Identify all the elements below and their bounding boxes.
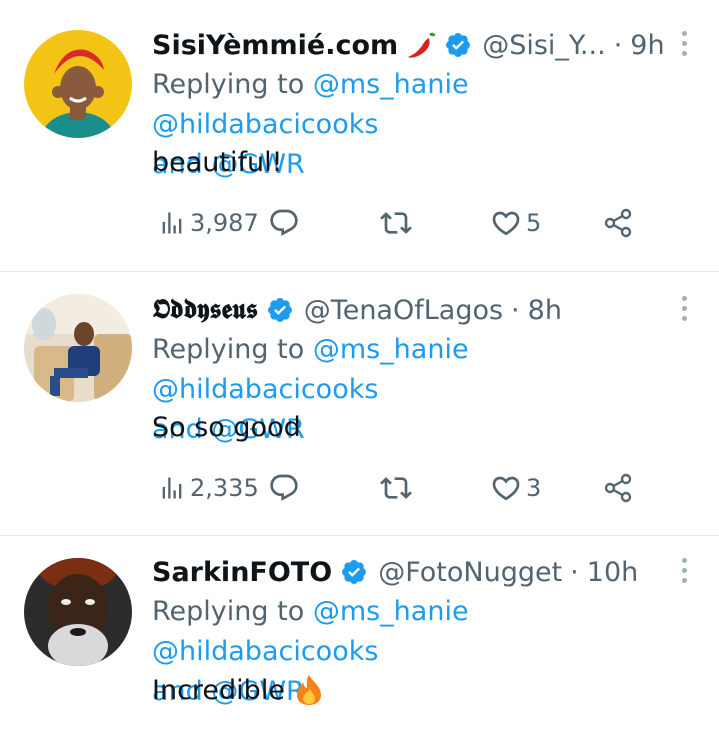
verified-badge-icon (266, 296, 294, 324)
mention-link[interactable]: @ms_hanie (313, 69, 469, 100)
chili-pepper-icon (406, 30, 436, 60)
tweet-header: SisiYèmmié.com @Sisi_Y... · 9h (152, 25, 669, 65)
share-button[interactable] (602, 203, 634, 243)
verified-badge-icon (340, 558, 368, 586)
handle[interactable]: @TenaOfLagos (304, 295, 503, 326)
tweet-1[interactable]: SisiYèmmié.com @Sisi_Y... · 9h Replying … (0, 25, 719, 255)
replying-to-label: Replying to (152, 69, 305, 100)
fire-icon (295, 674, 323, 706)
more-options-icon[interactable] (679, 31, 689, 56)
tweet-text: Incredible (152, 674, 323, 706)
mention-link[interactable]: @ms_hanie (313, 596, 469, 627)
views-button[interactable]: 2,335 (158, 468, 259, 508)
mention-link[interactable]: @ms_hanie (313, 334, 469, 365)
display-name[interactable]: SisiYèmmié.com (152, 30, 398, 61)
mention-link[interactable]: @hildabacicooks (152, 636, 378, 667)
replying-to-label: Replying to (152, 596, 305, 627)
avatar[interactable] (24, 294, 132, 402)
action-bar: 2,335 3 (152, 468, 652, 508)
mention-link[interactable]: @hildabacicooks (152, 374, 378, 405)
retweet-button[interactable] (380, 203, 412, 243)
replying-to-label: Replying to (152, 334, 305, 365)
handle[interactable]: @Sisi_Y... (482, 30, 605, 61)
reply-button[interactable] (268, 468, 300, 508)
action-bar: 3,987 5 (152, 203, 652, 243)
timestamp[interactable]: 10h (587, 557, 638, 588)
display-name[interactable]: 𝕺𝖉𝖉𝖞𝖘𝖊𝖚𝖘 (152, 294, 258, 326)
verified-badge-icon (444, 31, 472, 59)
views-count: 2,335 (190, 474, 259, 502)
avatar[interactable] (24, 30, 132, 138)
more-options-icon[interactable] (679, 296, 689, 321)
separator-dot: · (570, 556, 579, 588)
share-button[interactable] (602, 468, 634, 508)
mention-link[interactable]: @hildabacicooks (152, 109, 378, 140)
likes-count: 5 (526, 209, 542, 237)
reply-button[interactable] (268, 203, 300, 243)
likes-count: 3 (526, 474, 542, 502)
tweet-text: beautiful! (152, 147, 283, 178)
display-name[interactable]: SarkinFOTO (152, 557, 332, 588)
tweet-3[interactable]: SarkinFOTO @FotoNugget · 10h Replying to… (0, 552, 719, 742)
tweet-header: 𝕺𝖉𝖉𝖞𝖘𝖊𝖚𝖘 @TenaOfLagos · 8h (152, 290, 669, 330)
like-button[interactable]: 5 (490, 203, 541, 243)
tweet-2[interactable]: 𝕺𝖉𝖉𝖞𝖘𝖊𝖚𝖘 @TenaOfLagos · 8h Replying to @… (0, 290, 719, 520)
more-options-icon[interactable] (679, 558, 689, 583)
timestamp[interactable]: 9h (630, 30, 664, 61)
views-button[interactable]: 3,987 (158, 203, 259, 243)
separator-dot: · (511, 294, 520, 326)
tweet-header: SarkinFOTO @FotoNugget · 10h (152, 552, 669, 592)
tweet-text: So so good (152, 412, 301, 443)
separator-dot: · (613, 29, 623, 61)
timestamp[interactable]: 8h (528, 295, 562, 326)
retweet-button[interactable] (380, 468, 412, 508)
avatar[interactable] (24, 558, 132, 666)
divider (0, 535, 719, 536)
handle[interactable]: @FotoNugget (378, 557, 562, 588)
views-count: 3,987 (190, 209, 259, 237)
like-button[interactable]: 3 (490, 468, 541, 508)
tweet-text-content: Incredible (152, 674, 285, 706)
divider (0, 271, 719, 272)
